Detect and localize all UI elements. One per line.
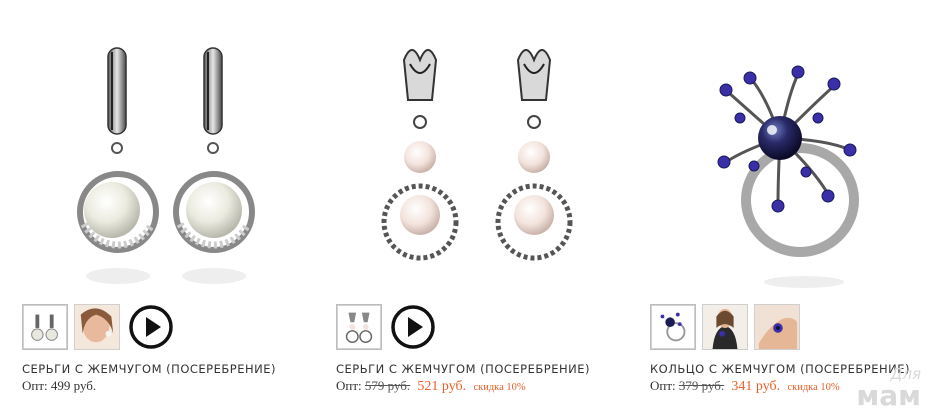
price-label: Опт:: [336, 378, 362, 393]
product-card: СЕРЬГИ С ЖЕМЧУГОМ (ПОСЕРЕБРЕНИЕ) Опт: 49…: [0, 0, 300, 416]
pearl-drop-earrings-image[interactable]: [0, 0, 300, 300]
old-price: 579 руб.: [364, 378, 411, 393]
thumbnail-earrings[interactable]: [22, 304, 68, 350]
video-play-button[interactable]: [390, 304, 436, 350]
thumbnail-ring[interactable]: [650, 304, 696, 350]
peacock-pearl-ring-image[interactable]: [628, 0, 928, 300]
old-price: 379 руб.: [678, 378, 725, 393]
thumbnail-strip: [336, 304, 436, 350]
thumbnail-hand-photo[interactable]: [754, 304, 800, 350]
product-title[interactable]: СЕРЬГИ С ЖЕМЧУГОМ (ПОСЕРЕБРЕНИЕ): [22, 362, 276, 376]
price-line: Опт: 379 руб. 341 руб. скидка 10%: [650, 378, 840, 395]
filigree-pearl-earrings-image[interactable]: [314, 0, 614, 300]
product-title[interactable]: СЕРЬГИ С ЖЕМЧУГОМ (ПОСЕРЕБРЕНИЕ): [336, 362, 590, 376]
thumbnail-strip: [650, 304, 800, 350]
product-card: СЕРЬГИ С ЖЕМЧУГОМ (ПОСЕРЕБРЕНИЕ) Опт: 57…: [314, 0, 614, 416]
thumbnail-model-photo[interactable]: [74, 304, 120, 350]
discount-badge: скидка 10%: [787, 382, 840, 393]
watermark-line2: мам: [856, 379, 921, 412]
price-label: Опт:: [22, 378, 48, 393]
thumbnail-earrings[interactable]: [336, 304, 382, 350]
site-watermark: Для мам: [856, 367, 921, 410]
discount-badge: скидка 10%: [473, 382, 526, 393]
thumbnail-model-photo[interactable]: [702, 304, 748, 350]
thumbnail-strip: [22, 304, 174, 350]
price-line: Опт: 579 руб. 521 руб. скидка 10%: [336, 378, 526, 395]
sale-price: 341 руб.: [731, 379, 781, 394]
product-card: КОЛЬЦО С ЖЕМЧУГОМ (ПОСЕРЕБРЕНИЕ) Опт: 37…: [628, 0, 928, 416]
price-label: Опт:: [650, 378, 676, 393]
sale-price: 521 руб.: [417, 379, 467, 394]
video-play-button[interactable]: [128, 304, 174, 350]
price-line: Опт: 499 руб.: [22, 378, 96, 394]
price: 499 руб.: [50, 378, 97, 393]
